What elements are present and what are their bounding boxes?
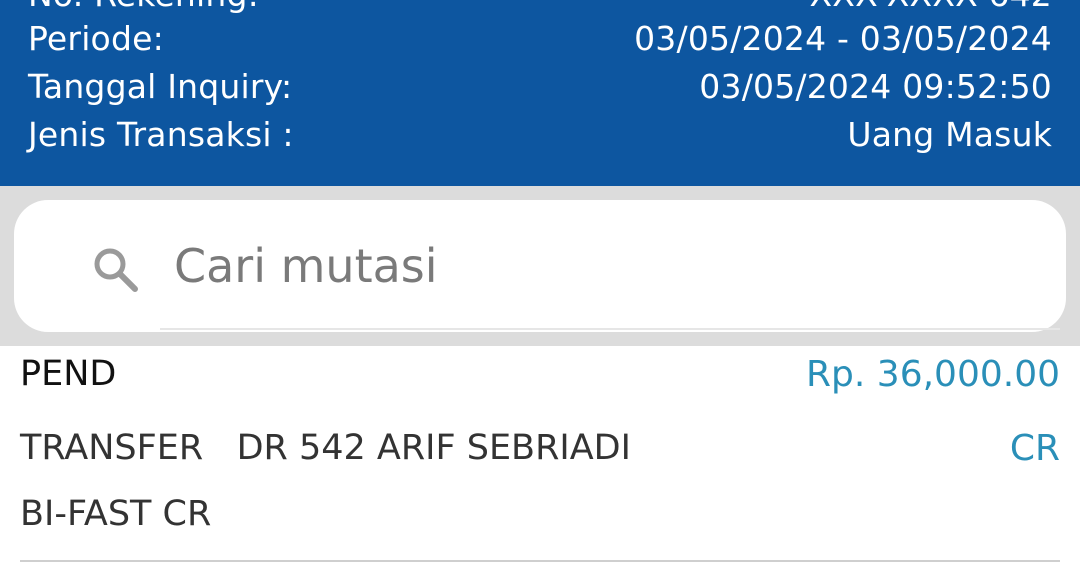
transaction-type-badge: CR — [1009, 428, 1060, 469]
header-row-period: Periode: 03/05/2024 - 03/05/2024 — [28, 14, 1052, 62]
transaction-status: PEND — [20, 354, 117, 394]
transaction-item[interactable]: PEND Rp. 36,000.00 TRANSFER DR 542 ARIF … — [0, 346, 1080, 562]
search-underline — [160, 328, 1060, 330]
header-value: XXX-XXXX-642 — [809, 0, 1052, 14]
transaction-description-line2: BI-FAST CR — [20, 494, 212, 534]
account-info-header: No. Rekening: XXX-XXXX-642 Periode: 03/0… — [0, 0, 1080, 186]
transaction-type-value: Uang Masuk — [847, 114, 1052, 154]
header-label: No. Rekening: — [28, 0, 259, 14]
inquiry-date-value: 03/05/2024 09:52:50 — [699, 66, 1052, 106]
search-input[interactable] — [174, 224, 1034, 308]
period-label: Periode: — [28, 18, 164, 58]
search-bar[interactable] — [14, 200, 1066, 332]
transaction-type-label: Jenis Transaksi : — [28, 114, 294, 154]
period-value: 03/05/2024 - 03/05/2024 — [634, 18, 1052, 58]
transaction-amount: Rp. 36,000.00 — [806, 354, 1060, 395]
search-area — [0, 186, 1080, 346]
search-icon — [94, 248, 138, 292]
inquiry-date-label: Tanggal Inquiry: — [28, 66, 293, 106]
header-row-transaction-type: Jenis Transaksi : Uang Masuk — [28, 110, 1052, 158]
transaction-description: TRANSFER DR 542 ARIF SEBRIADI — [20, 428, 631, 468]
header-row-inquiry-date: Tanggal Inquiry: 03/05/2024 09:52:50 — [28, 62, 1052, 110]
